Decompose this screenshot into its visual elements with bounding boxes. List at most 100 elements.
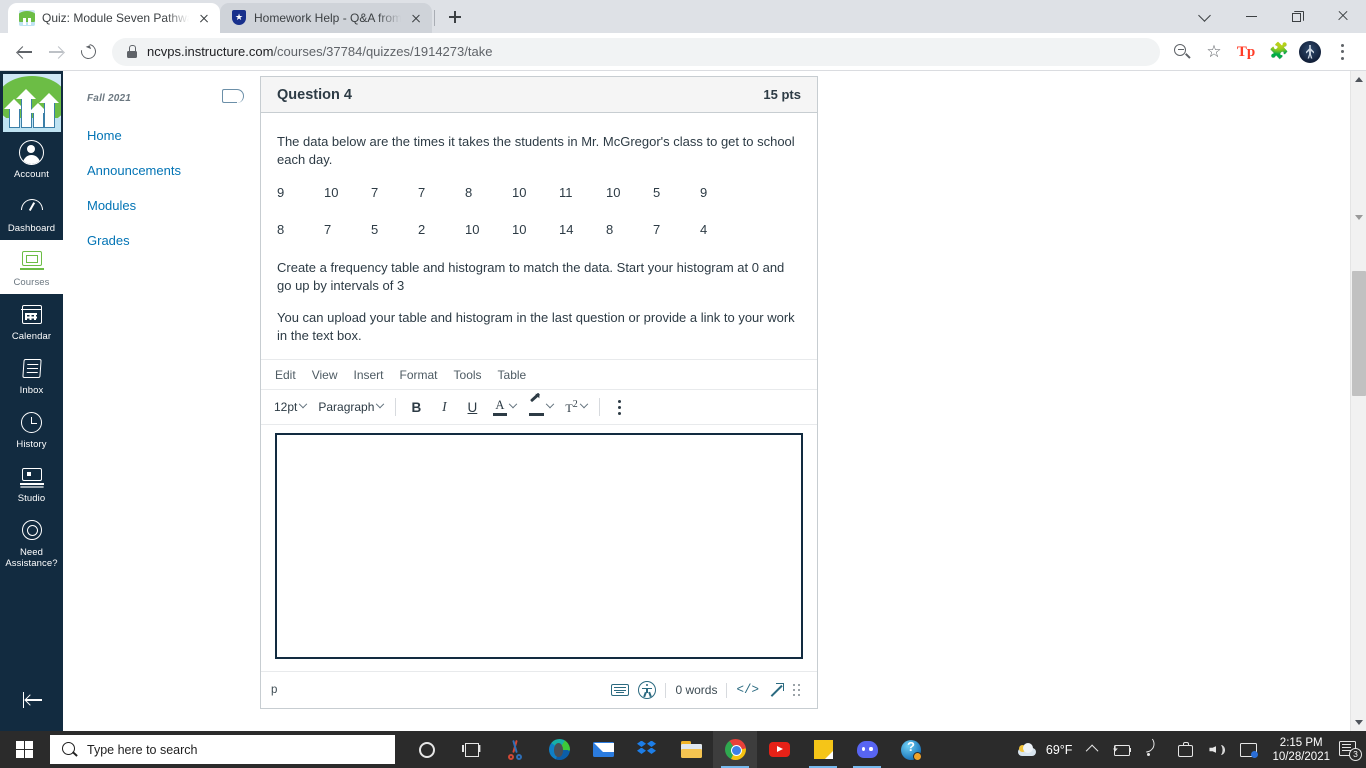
highlight-color-button[interactable] [523, 392, 558, 419]
browser-tab-homework-help[interactable]: ★ Homework Help - Q&A from Onli [220, 3, 432, 33]
sidebar-item-calendar[interactable]: Calendar [0, 294, 63, 348]
youtube-icon[interactable] [757, 731, 801, 768]
zoom-out-icon[interactable] [1168, 38, 1196, 66]
menu-insert[interactable]: Insert [347, 366, 389, 384]
underline-button[interactable]: U [459, 395, 485, 419]
wifi-icon[interactable] [1138, 731, 1170, 768]
fullscreen-icon[interactable] [768, 682, 784, 698]
data-value: 8 [465, 185, 473, 200]
font-size-select[interactable]: 12pt [269, 395, 311, 419]
taskbar-clock[interactable]: 2:15 PM 10/28/2021 [1264, 736, 1338, 764]
discord-icon[interactable] [845, 731, 889, 768]
weather-widget[interactable]: 69°F [1012, 742, 1083, 757]
sidebar-item-studio[interactable]: Studio [0, 456, 63, 510]
weather-temperature: 69°F [1045, 742, 1073, 757]
text-color-icon: A [492, 398, 507, 416]
tab-search-chevron-icon[interactable] [1182, 0, 1228, 32]
scroll-down-icon[interactable] [1351, 714, 1366, 731]
google-chrome-icon[interactable] [713, 731, 757, 768]
course-nav-item-modules[interactable]: Modules [63, 188, 260, 223]
camera-icon[interactable] [1170, 731, 1201, 768]
profile-avatar-icon[interactable] [1296, 38, 1324, 66]
snipping-tool-icon[interactable] [493, 731, 537, 768]
sidebar-item-courses[interactable]: Courses [0, 240, 63, 294]
menu-format[interactable]: Format [394, 366, 444, 384]
start-button[interactable] [0, 731, 48, 768]
block-format-value: Paragraph [318, 400, 375, 414]
browser-tab-quiz[interactable]: Quiz: Module Seven Pathway Two [8, 3, 220, 33]
tpt-extension-icon[interactable]: Tp [1232, 38, 1260, 66]
maximize-icon[interactable] [1274, 0, 1320, 32]
show-hidden-icons-chevron[interactable] [1082, 731, 1105, 768]
back-button[interactable] [8, 36, 40, 68]
taskbar-search-input[interactable]: Type here to search [50, 735, 395, 764]
chrome-menu-icon[interactable] [1328, 38, 1356, 66]
editor-toolbar: 12pt Paragraph B I U A T2 [261, 390, 817, 425]
editor-menubar: Edit View Insert Format Tools Table [261, 360, 817, 390]
html-editor-icon[interactable]: </> [736, 683, 759, 697]
page-scrollbar[interactable] [1350, 71, 1366, 731]
sidebar-item-need-assistance[interactable]: Need Assistance? [0, 510, 63, 575]
menu-edit[interactable]: Edit [269, 366, 302, 384]
file-explorer-icon[interactable] [669, 731, 713, 768]
sidebar-item-label: Courses [13, 277, 50, 288]
scrollbar-thumb[interactable] [1352, 271, 1366, 396]
collapse-course-nav-icon[interactable] [222, 87, 244, 105]
chevron-down-icon [546, 399, 555, 409]
notification-count: 3 [1349, 747, 1362, 761]
bold-button[interactable]: B [403, 395, 429, 419]
course-nav-item-home[interactable]: Home [63, 118, 260, 153]
sidebar-item-label: Studio [17, 493, 46, 504]
battery-icon[interactable] [1105, 731, 1138, 768]
more-options-icon[interactable] [607, 395, 633, 419]
block-format-select[interactable]: Paragraph [313, 395, 388, 419]
editor-status-bar: p 0 words </> [261, 671, 817, 708]
bookmark-star-icon[interactable]: ☆ [1200, 38, 1228, 66]
new-tab-button[interactable] [441, 3, 469, 31]
answer-text-editor[interactable] [275, 433, 803, 659]
resize-handle-icon[interactable] [793, 683, 803, 697]
close-icon[interactable] [1320, 0, 1366, 32]
sidebar-item-account[interactable]: Account [0, 132, 63, 186]
dashboard-icon [19, 194, 45, 220]
reload-button[interactable] [72, 36, 104, 68]
display-icon[interactable] [1233, 731, 1264, 768]
data-row-2: 8 7 5 2 10 10 14 8 7 4 [277, 222, 801, 237]
menu-table[interactable]: Table [492, 366, 533, 384]
extensions-puzzle-icon[interactable]: 🧩 [1264, 38, 1292, 66]
mail-icon[interactable] [581, 731, 625, 768]
sidebar-item-history[interactable]: History [0, 402, 63, 456]
ncvps-logo[interactable] [2, 74, 61, 132]
task-view-icon[interactable] [449, 731, 493, 768]
status-divider [726, 682, 728, 698]
scroll-up-icon[interactable] [1351, 71, 1366, 88]
text-color-button[interactable]: A [487, 395, 521, 419]
course-nav-item-announcements[interactable]: Announcements [63, 153, 260, 188]
minimize-icon[interactable] [1228, 0, 1274, 32]
sticky-notes-icon[interactable] [801, 731, 845, 768]
menu-view[interactable]: View [306, 366, 344, 384]
address-bar[interactable]: ncvps.instructure.com/courses/37784/quiz… [112, 37, 1160, 66]
system-tray: 69°F 2:15 PM 10/28/2021 3 [1012, 731, 1366, 768]
sidebar-item-inbox[interactable]: Inbox [0, 348, 63, 402]
highlighter-icon [528, 392, 544, 416]
keyboard-shortcuts-icon[interactable] [611, 681, 630, 699]
close-icon[interactable] [196, 10, 212, 26]
menu-tools[interactable]: Tools [448, 366, 488, 384]
superscript-button[interactable]: T2 [560, 395, 591, 419]
element-path[interactable]: p [271, 684, 277, 696]
sidebar-item-dashboard[interactable]: Dashboard [0, 186, 63, 240]
italic-button[interactable]: I [431, 395, 457, 419]
minimize-nav-icon[interactable] [15, 687, 49, 713]
cortana-icon[interactable] [405, 731, 449, 768]
microsoft-edge-icon[interactable] [537, 731, 581, 768]
volume-icon[interactable] [1201, 731, 1233, 768]
notifications-icon[interactable]: 3 [1338, 740, 1362, 761]
quiz-content: Question 4 15 pts The data below are the… [260, 71, 1366, 731]
help-icon[interactable] [889, 731, 933, 768]
course-nav-item-grades[interactable]: Grades [63, 223, 260, 258]
dropbox-icon[interactable] [625, 731, 669, 768]
close-icon[interactable] [408, 10, 424, 26]
data-value: 9 [277, 185, 285, 200]
accessibility-checker-icon[interactable] [638, 681, 657, 699]
